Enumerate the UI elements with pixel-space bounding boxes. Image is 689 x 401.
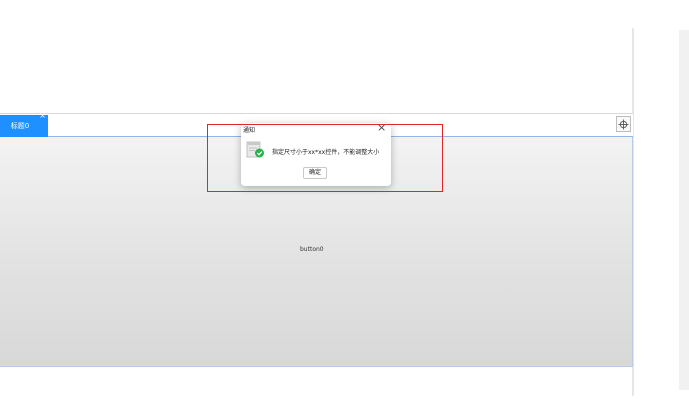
success-document-icon bbox=[246, 141, 264, 158]
ok-button[interactable]: 确定 bbox=[303, 167, 327, 179]
tab-title0[interactable]: 标题0 × bbox=[0, 111, 48, 137]
notification-dialog: 通知 × 指定尺寸小于xx*xx控件，不能调整大小 确定 bbox=[241, 121, 391, 186]
app-window: 标题0 × button0 通知 × 指定尺寸小于xx*xx控件，不能调整大小 … bbox=[0, 0, 689, 401]
plus-circle-icon bbox=[618, 119, 629, 129]
dialog-close-icon[interactable]: × bbox=[377, 121, 386, 134]
dialog-message: 指定尺寸小于xx*xx控件，不能调整大小 bbox=[272, 149, 380, 156]
side-scrollbar[interactable] bbox=[679, 30, 689, 390]
dialog-title: 通知 bbox=[243, 127, 256, 134]
content-button-label[interactable]: button0 bbox=[300, 246, 324, 253]
tab-close-icon[interactable]: × bbox=[39, 110, 46, 122]
add-tab-button[interactable] bbox=[616, 116, 631, 132]
tab-label: 标题0 bbox=[10, 122, 30, 130]
